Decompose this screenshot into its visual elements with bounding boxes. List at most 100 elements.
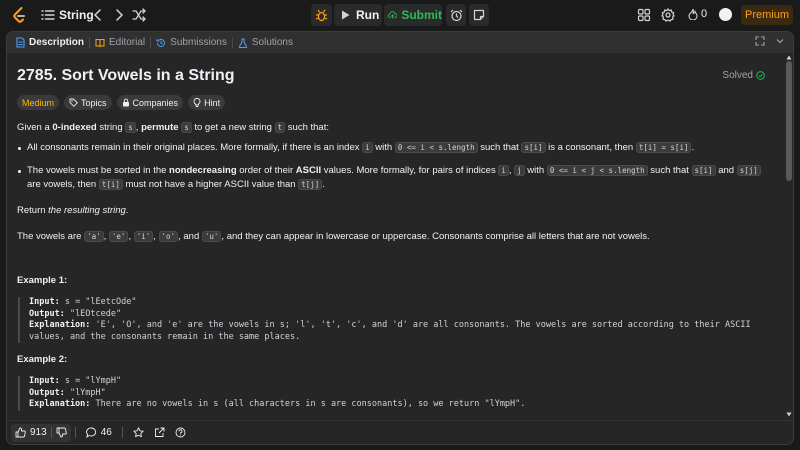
text: Return — [17, 205, 49, 216]
problem-tags: Medium Topics Companies Hint — [17, 95, 776, 110]
chevron-down-icon[interactable] — [775, 36, 785, 46]
document-icon — [16, 37, 25, 48]
share-button[interactable] — [154, 427, 165, 438]
value: s = "lEetcOde" — [59, 297, 137, 307]
inline-code: t — [274, 122, 286, 133]
scrollbar-thumb[interactable] — [786, 61, 792, 181]
comments-button[interactable]: 46 — [85, 427, 112, 438]
content-scrollbar[interactable] — [786, 55, 792, 417]
tab-solutions[interactable]: Solutions — [238, 32, 293, 53]
problem-list-title[interactable]: String — [59, 8, 94, 22]
text: values. More formally, for pairs of indi… — [321, 165, 499, 176]
topics-tag[interactable]: Topics — [64, 95, 112, 110]
inline-code: s[j] — [736, 165, 761, 176]
example-1-block: Input: s = "lEetcOde" Output: "lEOtcede"… — [18, 297, 776, 343]
list-item: All consonants remain in their original … — [17, 141, 776, 155]
description-panel: Description Editorial Submissions Soluti… — [6, 31, 794, 445]
problem-list-icon[interactable] — [41, 8, 55, 22]
tag-icon — [69, 98, 78, 107]
value: s = "lYmpH" — [59, 376, 122, 386]
difficulty-badge[interactable]: Medium — [17, 95, 60, 110]
avatar[interactable] — [719, 8, 732, 21]
submit-button[interactable]: Submit — [384, 4, 442, 26]
scroll-down-arrow-icon[interactable] — [786, 412, 792, 417]
text: . — [322, 179, 325, 190]
text: , and — [178, 231, 202, 242]
favorite-button[interactable] — [133, 427, 144, 438]
help-button[interactable] — [175, 427, 186, 438]
text: is a consonant, then — [545, 142, 636, 153]
leetcode-logo-icon[interactable] — [12, 7, 26, 24]
tab-editorial[interactable]: Editorial — [95, 32, 145, 53]
tab-description-label: Description — [29, 37, 85, 48]
inline-code: s[i] — [691, 165, 716, 176]
value: "lYmpH" — [64, 387, 106, 398]
thumbs-down-icon[interactable] — [56, 427, 67, 438]
notes-button[interactable] — [469, 4, 489, 26]
tab-divider — [150, 37, 152, 48]
timer-button[interactable] — [446, 4, 466, 26]
hint-tag[interactable]: Hint — [188, 95, 226, 110]
external-link-icon — [154, 427, 165, 437]
check-circle-icon — [756, 71, 765, 80]
panel-tools — [755, 36, 785, 46]
inline-code: 'e' — [108, 231, 129, 242]
gear-icon[interactable] — [661, 8, 675, 22]
inline-code: 'o' — [158, 231, 179, 242]
tab-description[interactable]: Description — [16, 32, 84, 53]
inline-code: 'i' — [133, 231, 154, 242]
label: Output: — [29, 387, 65, 398]
maximize-icon[interactable] — [755, 36, 765, 46]
label: Explanation: — [29, 320, 91, 330]
example-2-title: Example 2: — [17, 354, 68, 365]
text: , — [153, 231, 159, 242]
label: Output: — [29, 308, 65, 319]
example-explanation: Explanation: There are no vowels in s (a… — [29, 399, 776, 411]
text: Given a — [17, 122, 53, 133]
bold-text: nondecreasing — [169, 165, 237, 176]
star-icon — [133, 427, 144, 438]
panel-bottom-bar: 913 46 — [7, 420, 793, 444]
alarm-clock-icon — [450, 9, 462, 21]
shuffle-icon[interactable] — [132, 8, 146, 22]
bold-text: ASCII — [295, 165, 322, 176]
vowels-paragraph: The vowels are 'a', 'e', 'i', 'o', and '… — [17, 230, 776, 244]
layout-grid-icon[interactable] — [637, 8, 651, 22]
note-icon — [473, 9, 485, 21]
text: order of their — [236, 165, 296, 176]
value: 'E', 'O', and 'e' are the vowels in s; '… — [29, 320, 751, 342]
intro-paragraph: Given a 0-indexed string s, permute s to… — [17, 121, 776, 135]
text: . — [691, 142, 695, 153]
value: "lEOtcede" — [64, 308, 122, 319]
companies-tag[interactable]: Companies — [116, 95, 184, 110]
lock-icon — [122, 98, 129, 107]
scroll-up-arrow-icon[interactable] — [786, 55, 792, 60]
chevron-right-icon[interactable] — [113, 8, 125, 22]
inline-code: t[i] = s[i] — [635, 142, 692, 153]
text: such that: — [285, 122, 329, 133]
inline-code: s — [181, 122, 192, 133]
book-icon — [95, 38, 105, 47]
tab-submissions-label: Submissions — [170, 37, 227, 48]
run-button[interactable]: Run — [334, 4, 382, 26]
label: Input: — [29, 376, 60, 386]
inline-code: i — [498, 165, 509, 176]
topics-tag-label: Topics — [81, 97, 107, 108]
example-input: Input: s = "lYmpH" — [29, 376, 776, 388]
example-explanation: Explanation: 'E', 'O', and 'e' are the v… — [29, 320, 776, 343]
chevron-left-icon[interactable] — [92, 8, 104, 22]
example-output: Output: "lYmpH" — [29, 388, 776, 400]
list-item: The vowels must be sorted in the nondecr… — [17, 164, 776, 192]
tab-submissions[interactable]: Submissions — [156, 32, 227, 53]
inline-code: 'a' — [84, 231, 104, 242]
text: with — [524, 165, 547, 176]
text: , and they can appear in lowercase or up… — [221, 231, 650, 242]
premium-button[interactable]: Premium — [741, 5, 793, 25]
debug-button[interactable] — [311, 4, 332, 26]
cloud-upload-icon — [388, 11, 398, 19]
streak-counter[interactable]: 0 — [688, 8, 707, 20]
thumbs-up-icon[interactable] — [15, 427, 26, 438]
text: to get a new string — [191, 122, 275, 133]
text: . — [125, 205, 129, 216]
problem-title[interactable]: 2785. Sort Vowels in a String — [17, 67, 776, 85]
